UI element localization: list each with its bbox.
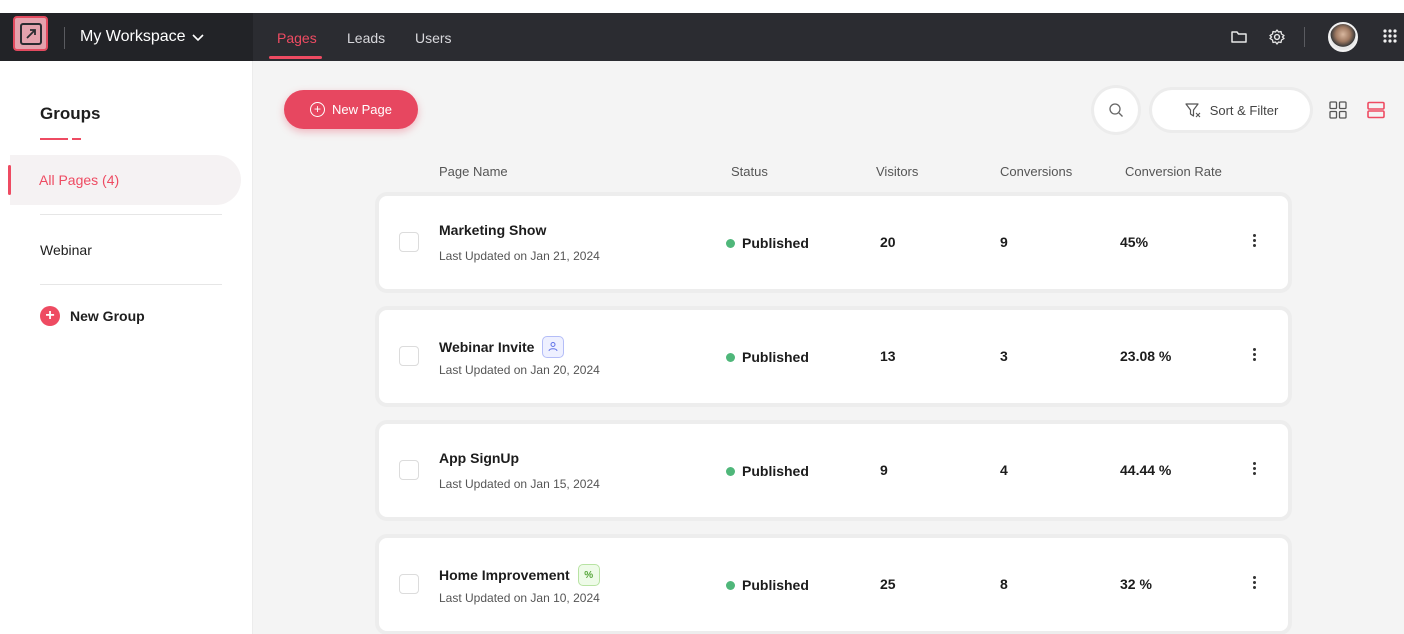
page-name[interactable]: App SignUp bbox=[439, 450, 519, 466]
page-name[interactable]: Marketing Show bbox=[439, 222, 546, 238]
chevron-down-icon[interactable] bbox=[191, 30, 205, 44]
workspace-name[interactable]: My Workspace bbox=[80, 28, 186, 46]
grid-view-icon[interactable] bbox=[1329, 101, 1347, 119]
conversion-rate-value: 44.44 % bbox=[1120, 462, 1172, 478]
workspace-divider bbox=[64, 27, 65, 49]
conversion-rate-value: 32 % bbox=[1120, 576, 1152, 592]
table-row[interactable]: Home Improvement % Last Updated on Jan 1… bbox=[379, 538, 1288, 631]
visitors-value: 9 bbox=[880, 462, 888, 478]
visitors-value: 13 bbox=[880, 348, 896, 364]
column-header-page-name[interactable]: Page Name bbox=[439, 164, 508, 179]
row-checkbox[interactable] bbox=[399, 460, 419, 480]
sidebar-item-all-pages[interactable]: All Pages (4) bbox=[8, 155, 241, 205]
sidebar-divider bbox=[40, 214, 222, 215]
apps-grid-icon[interactable] bbox=[1382, 28, 1398, 44]
conversion-rate-value: 23.08 % bbox=[1120, 348, 1172, 364]
more-options-icon[interactable] bbox=[1251, 232, 1257, 252]
tab-pages[interactable]: Pages bbox=[277, 30, 317, 46]
topbar-separator bbox=[1304, 27, 1305, 47]
percent-icon: % bbox=[577, 564, 600, 586]
sidebar-item-webinar[interactable]: Webinar bbox=[40, 242, 92, 258]
more-options-icon[interactable] bbox=[1251, 460, 1257, 480]
groups-title-underline bbox=[40, 138, 81, 140]
gear-icon[interactable] bbox=[1268, 28, 1286, 46]
visitors-value: 25 bbox=[880, 576, 896, 592]
page-name[interactable]: Home Improvement % bbox=[439, 564, 600, 586]
sidebar-item-label: All Pages (4) bbox=[39, 172, 120, 188]
sort-filter-label: Sort & Filter bbox=[1209, 102, 1279, 118]
conversion-rate-value: 45% bbox=[1120, 234, 1149, 250]
column-header-conversion-rate[interactable]: Conversion Rate bbox=[1125, 164, 1222, 179]
column-header-visitors[interactable]: Visitors bbox=[876, 164, 918, 179]
row-checkbox[interactable] bbox=[399, 232, 419, 252]
tab-users[interactable]: Users bbox=[415, 30, 452, 46]
search-button[interactable] bbox=[1094, 88, 1138, 132]
list-view-icon[interactable] bbox=[1367, 101, 1385, 119]
new-page-button[interactable]: + New Page bbox=[284, 90, 418, 129]
app-logo-icon[interactable] bbox=[13, 16, 48, 51]
folder-icon[interactable] bbox=[1230, 28, 1248, 46]
table-row[interactable]: Marketing Show Last Updated on Jan 21, 2… bbox=[379, 196, 1288, 289]
sidebar-divider bbox=[40, 284, 222, 285]
status-badge: Published bbox=[726, 349, 809, 365]
row-checkbox[interactable] bbox=[399, 346, 419, 366]
users-icon bbox=[542, 336, 565, 358]
conversions-value: 8 bbox=[1000, 576, 1008, 592]
status-badge: Published bbox=[726, 463, 809, 479]
page-name[interactable]: Webinar Invite bbox=[439, 336, 565, 358]
visitors-value: 20 bbox=[880, 234, 896, 250]
column-header-status[interactable]: Status bbox=[731, 164, 768, 179]
status-dot bbox=[726, 580, 735, 590]
top-bar: My Workspace Pages Leads Users bbox=[0, 0, 1404, 61]
new-group-label: New Group bbox=[70, 308, 145, 324]
status-dot bbox=[726, 238, 735, 248]
new-group-button[interactable]: + New Group bbox=[40, 306, 145, 326]
sidebar: Groups All Pages (4) Webinar + New Group bbox=[0, 61, 253, 634]
last-updated: Last Updated on Jan 21, 2024 bbox=[439, 249, 600, 263]
status-badge: Published bbox=[726, 235, 809, 251]
status-badge: Published bbox=[726, 577, 809, 593]
table-row[interactable]: Webinar Invite Last Updated on Jan 20, 2… bbox=[379, 310, 1288, 403]
column-header-conversions[interactable]: Conversions bbox=[1000, 164, 1072, 179]
conversions-value: 3 bbox=[1000, 348, 1008, 364]
tab-leads[interactable]: Leads bbox=[347, 30, 385, 46]
filter-icon bbox=[1185, 103, 1201, 118]
plus-circle-icon: + bbox=[310, 102, 325, 117]
table-row[interactable]: App SignUp Last Updated on Jan 15, 2024 … bbox=[379, 424, 1288, 517]
search-icon bbox=[1109, 103, 1123, 117]
last-updated: Last Updated on Jan 15, 2024 bbox=[439, 477, 600, 491]
status-dot bbox=[726, 352, 735, 362]
groups-title: Groups bbox=[40, 104, 101, 123]
more-options-icon[interactable] bbox=[1251, 346, 1257, 366]
plus-icon: + bbox=[40, 306, 60, 326]
sort-filter-button[interactable]: Sort & Filter bbox=[1152, 90, 1310, 130]
tab-active-indicator bbox=[269, 56, 322, 59]
new-page-label: New Page bbox=[332, 102, 392, 117]
more-options-icon[interactable] bbox=[1251, 574, 1257, 594]
last-updated: Last Updated on Jan 10, 2024 bbox=[439, 591, 600, 605]
status-dot bbox=[726, 466, 735, 476]
last-updated: Last Updated on Jan 20, 2024 bbox=[439, 363, 600, 377]
conversions-value: 9 bbox=[1000, 234, 1008, 250]
row-checkbox[interactable] bbox=[399, 574, 419, 594]
avatar[interactable] bbox=[1328, 22, 1358, 52]
conversions-value: 4 bbox=[1000, 462, 1008, 478]
